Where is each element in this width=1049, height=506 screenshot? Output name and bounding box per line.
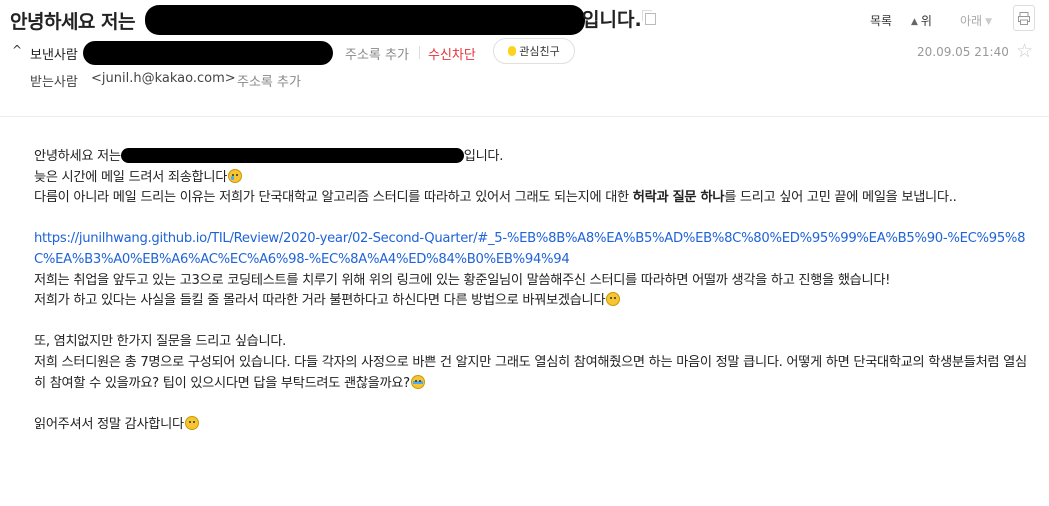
copy-icon[interactable] <box>642 10 656 25</box>
interest-friend-button[interactable]: 관심친구 <box>493 38 575 64</box>
mail-subject: 안녕하세요 저는 <box>10 6 135 34</box>
next-mail-button[interactable]: 아래 ▼ <box>960 12 992 29</box>
study-link[interactable]: https://junilhwang.github.io/TIL/Review/… <box>34 231 1026 267</box>
para5-text: 저희 스터디원은 총 7명으로 구성되어 있습니다. 다들 각자의 사정으로 바… <box>34 354 1027 391</box>
laughing-emoji-icon <box>606 292 621 307</box>
sender-add-contact-link[interactable]: 주소록 추가 <box>345 44 409 63</box>
interest-dot-icon <box>508 46 517 56</box>
body-para5: 저희 스터디원은 총 7명으로 구성되어 있습니다. 다들 각자의 사정으로 바… <box>34 353 1029 394</box>
arrow-down-icon: ▼ <box>985 17 993 27</box>
reason-text-a: 다름이 아니라 메일 드리는 이유는 저희가 단국대학교 알고리즘 스터디를 따… <box>34 190 633 206</box>
body-para4: 또, 염치없지만 한가지 질문을 드리고 싶습니다. <box>34 334 287 350</box>
sender-label: 보낸사람 <box>30 48 78 63</box>
print-icon <box>1018 12 1030 25</box>
next-label: 아래 <box>960 14 983 28</box>
print-button[interactable] <box>1013 5 1035 31</box>
prev-mail-button[interactable]: ▲ 위 <box>911 12 932 29</box>
body-thanks: 읽어주셔서 정말 감사합니다 <box>34 415 1029 436</box>
subject-suffix: 입니다. <box>582 9 642 31</box>
apology-text: 늦은 시간에 메일 드려서 죄송합니다 <box>34 169 228 185</box>
thanks-text: 읽어주셔서 정말 감사합니다 <box>34 416 184 432</box>
header-divider <box>0 116 1049 117</box>
smile-emoji-icon <box>184 415 199 430</box>
mail-body: 안녕하세요 저는 입니다. 늦은 시간에 메일 드려서 죄송합니다 다름이 아니라… <box>34 147 1029 435</box>
block-sender-link[interactable]: 수신차단 <box>428 44 476 63</box>
collapse-chevron-icon[interactable]: ^ <box>12 43 22 57</box>
body-apology: 늦은 시간에 메일 드려서 죄송합니다 <box>34 168 1029 189</box>
greeting-prefix: 안녕하세요 저는 <box>34 149 121 164</box>
body-greeting: 안녕하세요 저는 입니다. <box>34 147 1029 168</box>
prev-label: 위 <box>920 14 932 28</box>
reason-bold: 허락과 질문 하나 <box>632 190 725 206</box>
redacted-body-name <box>120 148 464 163</box>
reason-text-b: 를 드리고 싶어 고민 끝에 메일을 보냅니다.. <box>724 190 957 206</box>
greeting-suffix: 입니다. <box>463 149 504 164</box>
recipient-label: 받는사람 <box>30 75 78 90</box>
sad-emoji-icon <box>228 168 243 183</box>
recipient-add-contact-link[interactable]: 주소록 추가 <box>237 71 301 90</box>
redacted-sender <box>83 41 333 65</box>
para3-text: 저희가 하고 있다는 사실을 들킬 줄 몰라서 따라한 거라 불편하다고 하신다… <box>34 293 606 309</box>
body-para3: 저희가 하고 있다는 사실을 들킬 줄 몰라서 따라한 거라 불편하다고 하신다… <box>34 291 1029 312</box>
mail-date: 20.09.05 21:40 <box>917 45 1009 59</box>
body-para2: 저희는 취업을 앞두고 있는 고3으로 코딩테스트를 치루기 위해 위의 링크에… <box>34 272 891 288</box>
interest-label: 관심친구 <box>519 45 560 58</box>
recipient-address: <junil.h@kakao.com> <box>91 71 236 86</box>
subject-prefix: 안녕하세요 저는 <box>10 10 135 33</box>
redacted-name <box>145 5 585 35</box>
star-icon[interactable]: ☆ <box>1016 41 1033 61</box>
separator <box>419 46 420 59</box>
arrow-up-icon: ▲ <box>911 17 918 27</box>
list-button[interactable]: 목록 <box>870 12 892 29</box>
crying-emoji-icon <box>410 374 425 389</box>
body-reason: 다름이 아니라 메일 드리는 이유는 저희가 단국대학교 알고리즘 스터디를 따… <box>34 188 1029 209</box>
